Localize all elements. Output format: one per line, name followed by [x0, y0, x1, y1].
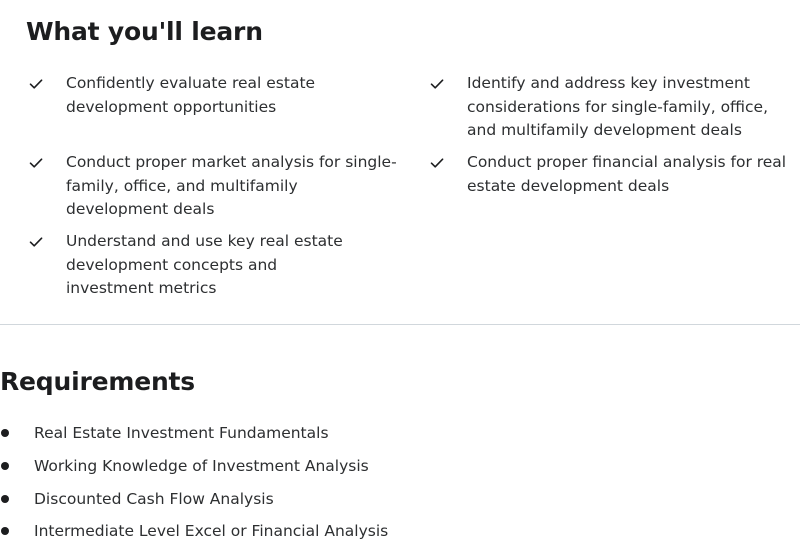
- learn-item: Conduct proper market analysis for singl…: [29, 151, 399, 222]
- requirement-item: Discounted Cash Flow Analysis: [0, 487, 274, 511]
- what-youll-learn-section: What you'll learn Confidently evaluate r…: [0, 0, 800, 325]
- learn-item: Confidently evaluate real estate develop…: [29, 72, 404, 119]
- requirement-item: Intermediate Level Excel or Financial An…: [0, 519, 388, 543]
- learn-item-label: Conduct proper financial analysis for re…: [467, 153, 787, 195]
- learn-section-title: What you'll learn: [26, 17, 263, 46]
- learn-item: Identify and address key investment cons…: [430, 72, 792, 143]
- requirement-label: Discounted Cash Flow Analysis: [34, 490, 274, 508]
- requirements-title: Requirements: [0, 367, 195, 396]
- requirement-label: Intermediate Level Excel or Financial An…: [34, 522, 389, 540]
- bullet-icon: [1, 462, 9, 470]
- requirement-item: Real Estate Investment Fundamentals: [0, 421, 329, 445]
- check-icon: [430, 158, 444, 168]
- requirement-item: Working Knowledge of Investment Analysis: [0, 454, 369, 478]
- check-icon: [430, 79, 444, 89]
- check-icon: [29, 237, 43, 247]
- bullet-icon: [1, 527, 9, 535]
- check-icon: [29, 158, 43, 168]
- learn-item-label: Understand and use key real estate devel…: [66, 232, 343, 297]
- learn-item-label: Identify and address key investment cons…: [467, 74, 769, 139]
- bullet-icon: [1, 495, 9, 503]
- bullet-icon: [1, 429, 9, 437]
- learn-item-label: Conduct proper market analysis for singl…: [66, 153, 397, 218]
- check-icon: [29, 79, 43, 89]
- requirement-label: Real Estate Investment Fundamentals: [34, 424, 329, 442]
- learn-item: Conduct proper financial analysis for re…: [430, 151, 792, 198]
- learn-item-label: Confidently evaluate real estate develop…: [66, 74, 316, 116]
- requirement-label: Working Knowledge of Investment Analysis: [34, 457, 369, 475]
- learn-item: Understand and use key real estate devel…: [29, 230, 369, 301]
